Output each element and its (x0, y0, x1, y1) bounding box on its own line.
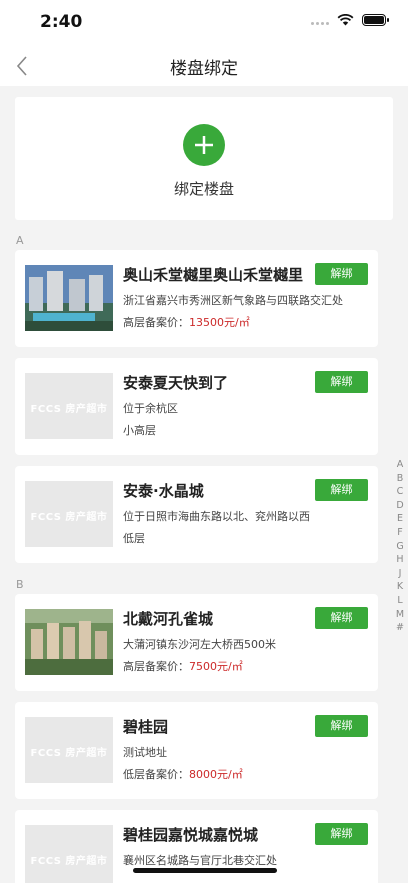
price-value: 13500元/㎡ (189, 316, 250, 329)
index-letter[interactable]: H (394, 553, 406, 567)
unbind-button[interactable]: 解绑 (315, 607, 368, 629)
property-address: 浙江省嘉兴市秀洲区新气象路与四联路交汇处 (123, 294, 343, 307)
index-letter[interactable]: B (394, 472, 406, 486)
property-card[interactable]: FCCS 房产超市 安泰夏天快到了 位于余杭区 小高层 解绑 (15, 358, 378, 455)
placeholder-logo-text: FCCS 房产超市 (30, 748, 108, 759)
nav-bar: 楼盘绑定 (0, 46, 408, 86)
property-address: 测试地址 (123, 746, 167, 759)
placeholder-logo: FCCS 房产超市 (25, 825, 113, 883)
alphabet-index[interactable]: A B C D E F G H J K L M # (394, 458, 406, 635)
index-letter[interactable]: D (394, 499, 406, 513)
property-name: 碧桂园 (123, 718, 169, 736)
index-letter[interactable]: L (394, 594, 406, 608)
status-time: 2:40 (40, 12, 83, 32)
property-address: 位于余杭区 (123, 402, 178, 415)
unbind-button[interactable]: 解绑 (315, 715, 368, 737)
index-letter[interactable]: # (394, 621, 406, 635)
index-letter[interactable]: J (394, 567, 406, 581)
property-photo (25, 609, 113, 675)
property-name: 北戴河孔雀城 (123, 610, 214, 628)
price-value: 7500元/㎡ (189, 660, 243, 673)
status-bar: 2:40 (0, 0, 408, 46)
index-letter[interactable]: G (394, 540, 406, 554)
property-price: 低层备案价：8000元/㎡ (123, 766, 243, 782)
property-type: 低层 (123, 532, 145, 545)
index-letter[interactable]: A (394, 458, 406, 472)
battery-icon (362, 14, 389, 26)
property-name: 碧桂园嘉悦城嘉悦城 (123, 826, 259, 844)
property-address: 位于日照市海曲东路以北、兖州路以西 (123, 510, 310, 523)
index-letter[interactable]: K (394, 580, 406, 594)
placeholder-logo-text: FCCS 房产超市 (30, 856, 108, 867)
property-card[interactable]: 北戴河孔雀城 大蒲河镇东沙河左大桥西500米 高层备案价：7500元/㎡ 解绑 (15, 594, 378, 691)
index-letter[interactable]: M (394, 608, 406, 622)
price-label: 高层备案价： (123, 316, 189, 329)
property-address: 大蒲河镇东沙河左大桥西500米 (123, 638, 276, 651)
unbind-button[interactable]: 解绑 (315, 263, 368, 285)
property-price: 高层备案价：13500元/㎡ (123, 314, 250, 330)
plus-icon (195, 136, 213, 154)
price-label: 高层备案价： (123, 660, 189, 673)
wifi-icon (337, 14, 354, 26)
section-letter: A (16, 234, 24, 247)
index-letter[interactable]: C (394, 485, 406, 499)
property-card[interactable]: FCCS 房产超市 碧桂园 测试地址 低层备案价：8000元/㎡ 解绑 (15, 702, 378, 799)
property-name: 奥山禾堂樾里奥山禾堂樾里 (123, 266, 304, 284)
bind-property-card[interactable]: 绑定楼盘 (15, 97, 393, 220)
cellular-signal-icon (311, 15, 329, 25)
unbind-button[interactable]: 解绑 (315, 823, 368, 845)
price-value: 8000元/㎡ (189, 768, 243, 781)
page-title: 楼盘绑定 (170, 59, 238, 79)
section-letter: B (16, 578, 24, 591)
property-photo (25, 265, 113, 331)
placeholder-logo: FCCS 房产超市 (25, 373, 113, 439)
bind-property-label: 绑定楼盘 (173, 180, 234, 198)
property-price: 高层备案价：7500元/㎡ (123, 658, 243, 674)
index-letter[interactable]: F (394, 526, 406, 540)
home-indicator (133, 868, 277, 873)
add-property-button[interactable] (183, 124, 225, 166)
property-type: 小高层 (123, 424, 156, 437)
property-card[interactable]: FCCS 房产超市 安泰·水晶城 位于日照市海曲东路以北、兖州路以西 低层 解绑 (15, 466, 378, 563)
index-letter[interactable]: E (394, 512, 406, 526)
property-card[interactable]: 奥山禾堂樾里奥山禾堂樾里 浙江省嘉兴市秀洲区新气象路与四联路交汇处 高层备案价：… (15, 250, 378, 347)
unbind-button[interactable]: 解绑 (315, 479, 368, 501)
placeholder-logo-text: FCCS 房产超市 (30, 512, 108, 523)
property-address: 襄州区名城路与官厅北巷交汇处 (123, 854, 277, 867)
placeholder-logo: FCCS 房产超市 (25, 717, 113, 783)
placeholder-logo: FCCS 房产超市 (25, 481, 113, 547)
price-label: 低层备案价： (123, 768, 189, 781)
property-name: 安泰·水晶城 (123, 482, 204, 500)
unbind-button[interactable]: 解绑 (315, 371, 368, 393)
status-icons (311, 14, 389, 26)
placeholder-logo-text: FCCS 房产超市 (30, 404, 108, 415)
property-name: 安泰夏天快到了 (123, 374, 229, 392)
